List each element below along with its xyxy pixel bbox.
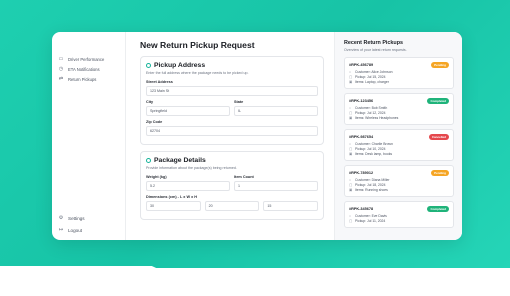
chart-icon: ▭ (58, 55, 64, 62)
street-input[interactable]: 123 Main St (146, 86, 318, 96)
pickup-id: #RPK-123456 (349, 99, 374, 103)
sidebar-item-label: ETA Notifications (68, 66, 100, 72)
pickup-items-line: ▣ Items: Wireless Headphones (349, 116, 449, 121)
pickup-items-line: ▣ Items: Desk lamp, books (349, 152, 449, 157)
city-input[interactable]: Springfield (146, 106, 230, 116)
panel-subtitle: Overview of your latest return requests. (344, 48, 407, 52)
pickup-card[interactable]: #RPK-123456 Completed ○ Customer: Bob Smith… (344, 93, 454, 125)
gear-icon: ⚙ (58, 214, 64, 221)
return-icon: ⇄ (58, 75, 64, 82)
app-window: ▭ Driver Performance ◷ ETA Notifications… (52, 32, 462, 240)
card-title: Package Details (154, 157, 206, 164)
status-badge: Completed (427, 98, 449, 104)
sidebar-item-settings[interactable]: ⚙ Settings (52, 212, 125, 224)
recent-pickups-panel: Recent Return Pickups Overview of your l… (334, 32, 462, 240)
sidebar-item-label: Return Pickups (68, 76, 97, 82)
street-label: Street Address (146, 80, 173, 84)
width-input[interactable]: 20 (204, 201, 260, 211)
location-icon (146, 63, 151, 68)
status-badge: Cancelled (428, 134, 449, 140)
dimensions-label: Dimensions (cm) - L x W x H (146, 195, 197, 199)
pickup-items: Items: Laptop, charger (355, 80, 389, 84)
length-input[interactable]: 30 (146, 201, 201, 211)
background-bottom (0, 268, 510, 296)
sidebar-item-driver-performance[interactable]: ▭ Driver Performance (52, 54, 125, 64)
box-icon: ▣ (349, 152, 353, 156)
item-count-input[interactable]: 1 (234, 181, 318, 191)
calendar-icon: ▢ (349, 219, 353, 223)
card-description: Provide information about the package(s)… (146, 166, 237, 170)
sidebar-item-label: Logout (68, 227, 83, 233)
package-details-card: Package Details Provide information abou… (140, 151, 324, 220)
pickup-id: #RPK-789012 (349, 171, 374, 175)
sidebar: ▭ Driver Performance ◷ ETA Notifications… (52, 32, 126, 240)
state-input[interactable]: IL (234, 106, 318, 116)
clock-icon: ◷ (58, 65, 64, 72)
pickup-items: Items: Wireless Headphones (355, 116, 399, 120)
status-badge: Pending (431, 62, 449, 68)
sidebar-bottom: ⚙ Settings ↦ Logout (52, 212, 125, 236)
height-input[interactable]: 15 (263, 201, 319, 211)
pickup-items: Items: Running shoes (355, 188, 388, 192)
status-badge: Completed (427, 206, 449, 212)
pickup-items: Items: Desk lamp, books (355, 152, 393, 156)
card-description: Enter the full address where the package… (146, 71, 249, 75)
sidebar-item-return-pickups[interactable]: ⇄ Return Pickups (52, 74, 125, 84)
main-content: New Return Pickup Request Pickup Address… (126, 32, 334, 240)
pickup-id: #RPK-345678 (349, 207, 374, 211)
pickup-list: #RPK-456789 Pending ○ Customer: Alice Johns… (344, 57, 454, 228)
pickup-card[interactable]: #RPK-456789 Pending ○ Customer: Alice Johns… (344, 57, 454, 89)
pickup-id: #RPK-987654 (349, 135, 374, 139)
box-icon: ▣ (349, 116, 353, 120)
weight-input[interactable]: 5.2 (146, 181, 230, 191)
sidebar-item-eta-notifications[interactable]: ◷ ETA Notifications (52, 64, 125, 74)
zip-label: Zip Code (146, 120, 163, 124)
pickup-card[interactable]: #RPK-345678 Completed ○ Customer: Eve Davis… (344, 201, 454, 228)
zip-input[interactable]: 62704 (146, 126, 318, 136)
city-label: City (146, 100, 154, 104)
logout-icon: ↦ (58, 226, 64, 233)
pickup-items-line: ▣ Items: Running shoes (349, 188, 449, 193)
pickup-items-line: ▣ Items: Laptop, charger (349, 80, 449, 85)
pickup-address-card: Pickup Address Enter the full address wh… (140, 56, 324, 145)
sidebar-item-label: Settings (68, 215, 85, 221)
pickup-card[interactable]: #RPK-789012 Pending ○ Customer: Diana Mille… (344, 165, 454, 197)
item-count-label: Item Count (234, 175, 254, 179)
page-title: New Return Pickup Request (140, 40, 255, 50)
package-icon (146, 158, 151, 163)
weight-label: Weight (kg) (146, 175, 167, 179)
state-label: State (234, 100, 244, 104)
status-badge: Pending (431, 170, 449, 176)
pickup-pickup: Pickup: Jul 11, 2024 (355, 219, 386, 223)
pickup-pickup-line: ▢ Pickup: Jul 11, 2024 (349, 219, 449, 224)
box-icon: ▣ (349, 188, 353, 192)
card-title: Pickup Address (154, 62, 206, 69)
sidebar-item-label: Driver Performance (68, 56, 105, 62)
panel-title: Recent Return Pickups (344, 40, 404, 46)
pickup-id: #RPK-456789 (349, 63, 374, 67)
box-icon: ▣ (349, 80, 353, 84)
pickup-card[interactable]: #RPK-987654 Cancelled ○ Customer: Charlie B… (344, 129, 454, 161)
sidebar-item-logout[interactable]: ↦ Logout (52, 224, 125, 236)
